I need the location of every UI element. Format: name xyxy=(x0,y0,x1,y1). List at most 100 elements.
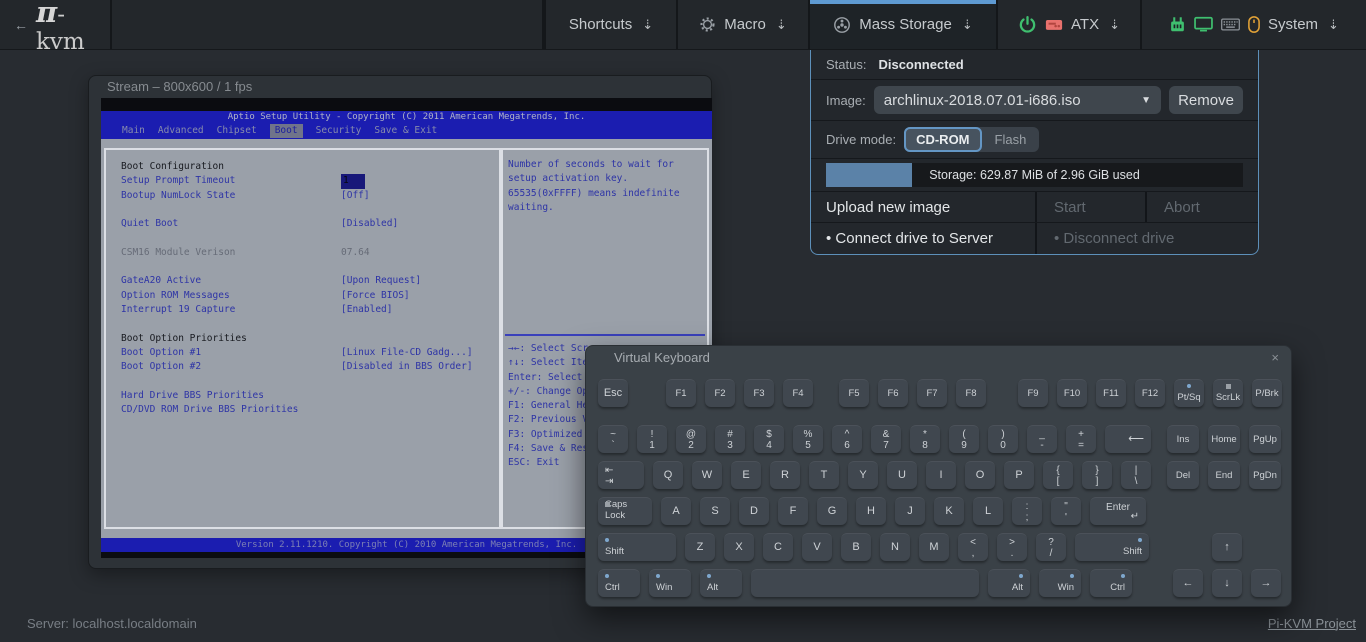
key-left-alt[interactable]: Alt xyxy=(700,569,742,597)
upload-image-button[interactable]: Upload new image xyxy=(811,192,1035,222)
menu-macro[interactable]: Macro ⇣ xyxy=(676,0,808,49)
key-equals[interactable]: += xyxy=(1066,425,1096,453)
key-digit-8[interactable]: *8 xyxy=(910,425,940,453)
key-arrow-down[interactable]: ↓ xyxy=(1212,569,1242,597)
key-l[interactable]: L xyxy=(973,497,1003,525)
key-digit-9[interactable]: (9 xyxy=(949,425,979,453)
key-caps-lock[interactable]: Caps Lock xyxy=(598,497,652,525)
key-p[interactable]: P xyxy=(1004,461,1034,489)
key-z[interactable]: Z xyxy=(685,533,715,561)
key-f[interactable]: F xyxy=(778,497,808,525)
image-select[interactable]: archlinux-2018.07.01-i686.iso ▼ xyxy=(874,86,1161,114)
key-insert[interactable]: Ins xyxy=(1167,425,1199,453)
key-arrow-left[interactable]: ← xyxy=(1173,569,1203,597)
key-b[interactable]: B xyxy=(841,533,871,561)
key-right-ctrl[interactable]: Ctrl xyxy=(1090,569,1132,597)
key-s[interactable]: S xyxy=(700,497,730,525)
key-q[interactable]: Q xyxy=(653,461,683,489)
key-esc[interactable]: Esc xyxy=(598,379,628,407)
key-c[interactable]: C xyxy=(763,533,793,561)
key-f3[interactable]: F3 xyxy=(744,379,774,407)
key-page-down[interactable]: PgDn xyxy=(1249,461,1281,489)
remove-image-button[interactable]: Remove xyxy=(1169,86,1243,114)
key-scroll-lock[interactable]: ScrLk xyxy=(1213,379,1243,407)
key-arrow-right[interactable]: → xyxy=(1251,569,1281,597)
key-backspace[interactable]: ⟵ xyxy=(1105,425,1151,453)
key-quote[interactable]: "' xyxy=(1051,497,1081,525)
key-f1[interactable]: F1 xyxy=(666,379,696,407)
key-f7[interactable]: F7 xyxy=(917,379,947,407)
key-print-screen[interactable]: Pt/Sq xyxy=(1174,379,1204,407)
key-x[interactable]: X xyxy=(724,533,754,561)
key-arrow-up[interactable]: ↑ xyxy=(1212,533,1242,561)
key-digit-5[interactable]: %5 xyxy=(793,425,823,453)
key-e[interactable]: E xyxy=(731,461,761,489)
key-minus[interactable]: _- xyxy=(1027,425,1057,453)
menu-atx[interactable]: ATX ⇣ xyxy=(996,0,1140,49)
key-f8[interactable]: F8 xyxy=(956,379,986,407)
key-end[interactable]: End xyxy=(1208,461,1240,489)
key-semicolon[interactable]: :; xyxy=(1012,497,1042,525)
key-pause-break[interactable]: P/Brk xyxy=(1252,379,1282,407)
key-delete[interactable]: Del xyxy=(1167,461,1199,489)
key-j[interactable]: J xyxy=(895,497,925,525)
logo[interactable]: ← π-kvm xyxy=(0,0,110,49)
key-r[interactable]: R xyxy=(770,461,800,489)
key-home[interactable]: Home xyxy=(1208,425,1240,453)
key-backslash[interactable]: |\ xyxy=(1121,461,1151,489)
mode-cdrom-option[interactable]: CD-ROM xyxy=(904,127,981,152)
key-bracket-open[interactable]: {[ xyxy=(1043,461,1073,489)
key-f4[interactable]: F4 xyxy=(783,379,813,407)
key-f6[interactable]: F6 xyxy=(878,379,908,407)
key-t[interactable]: T xyxy=(809,461,839,489)
key-k[interactable]: K xyxy=(934,497,964,525)
key-space[interactable] xyxy=(751,569,979,597)
key-right-shift[interactable]: Shift xyxy=(1075,533,1149,561)
key-y[interactable]: Y xyxy=(848,461,878,489)
key-h[interactable]: H xyxy=(856,497,886,525)
menu-system[interactable]: System ⇣ xyxy=(1140,0,1366,49)
key-v[interactable]: V xyxy=(802,533,832,561)
key-left-shift[interactable]: Shift xyxy=(598,533,676,561)
key-left-ctrl[interactable]: Ctrl xyxy=(598,569,640,597)
key-w[interactable]: W xyxy=(692,461,722,489)
key-digit-3[interactable]: #3 xyxy=(715,425,745,453)
key-enter[interactable]: Enter↵ xyxy=(1090,497,1146,525)
key-f9[interactable]: F9 xyxy=(1018,379,1048,407)
key-a[interactable]: A xyxy=(661,497,691,525)
key-right-alt[interactable]: Alt xyxy=(988,569,1030,597)
key-slash[interactable]: ?/ xyxy=(1036,533,1066,561)
key-g[interactable]: G xyxy=(817,497,847,525)
key-u[interactable]: U xyxy=(887,461,917,489)
key-tab[interactable]: ⇤⇥ xyxy=(598,461,644,489)
key-bracket-close[interactable]: }] xyxy=(1082,461,1112,489)
key-f12[interactable]: F12 xyxy=(1135,379,1165,407)
key-f2[interactable]: F2 xyxy=(705,379,735,407)
key-digit-1[interactable]: !1 xyxy=(637,425,667,453)
key-page-up[interactable]: PgUp xyxy=(1249,425,1281,453)
menu-mass-storage[interactable]: Mass Storage ⇣ xyxy=(808,0,996,49)
key-n[interactable]: N xyxy=(880,533,910,561)
key-backquote[interactable]: ~` xyxy=(598,425,628,453)
project-link[interactable]: Pi-KVM Project xyxy=(1268,616,1356,631)
key-period[interactable]: >. xyxy=(997,533,1027,561)
key-m[interactable]: M xyxy=(919,533,949,561)
key-comma[interactable]: <, xyxy=(958,533,988,561)
key-f10[interactable]: F10 xyxy=(1057,379,1087,407)
key-left-win[interactable]: Win xyxy=(649,569,691,597)
key-i[interactable]: I xyxy=(926,461,956,489)
key-d[interactable]: D xyxy=(739,497,769,525)
connect-drive-button[interactable]: • Connect drive to Server xyxy=(811,223,1035,254)
key-digit-0[interactable]: )0 xyxy=(988,425,1018,453)
key-digit-2[interactable]: @2 xyxy=(676,425,706,453)
key-digit-6[interactable]: ^6 xyxy=(832,425,862,453)
key-right-win[interactable]: Win xyxy=(1039,569,1081,597)
key-f5[interactable]: F5 xyxy=(839,379,869,407)
key-digit-4[interactable]: $4 xyxy=(754,425,784,453)
mode-flash-option[interactable]: Flash xyxy=(982,127,1040,152)
menu-shortcuts[interactable]: Shortcuts ⇣ xyxy=(544,0,676,49)
key-digit-7[interactable]: &7 xyxy=(871,425,901,453)
key-f11[interactable]: F11 xyxy=(1096,379,1126,407)
close-icon[interactable]: × xyxy=(1271,350,1279,365)
key-o[interactable]: O xyxy=(965,461,995,489)
